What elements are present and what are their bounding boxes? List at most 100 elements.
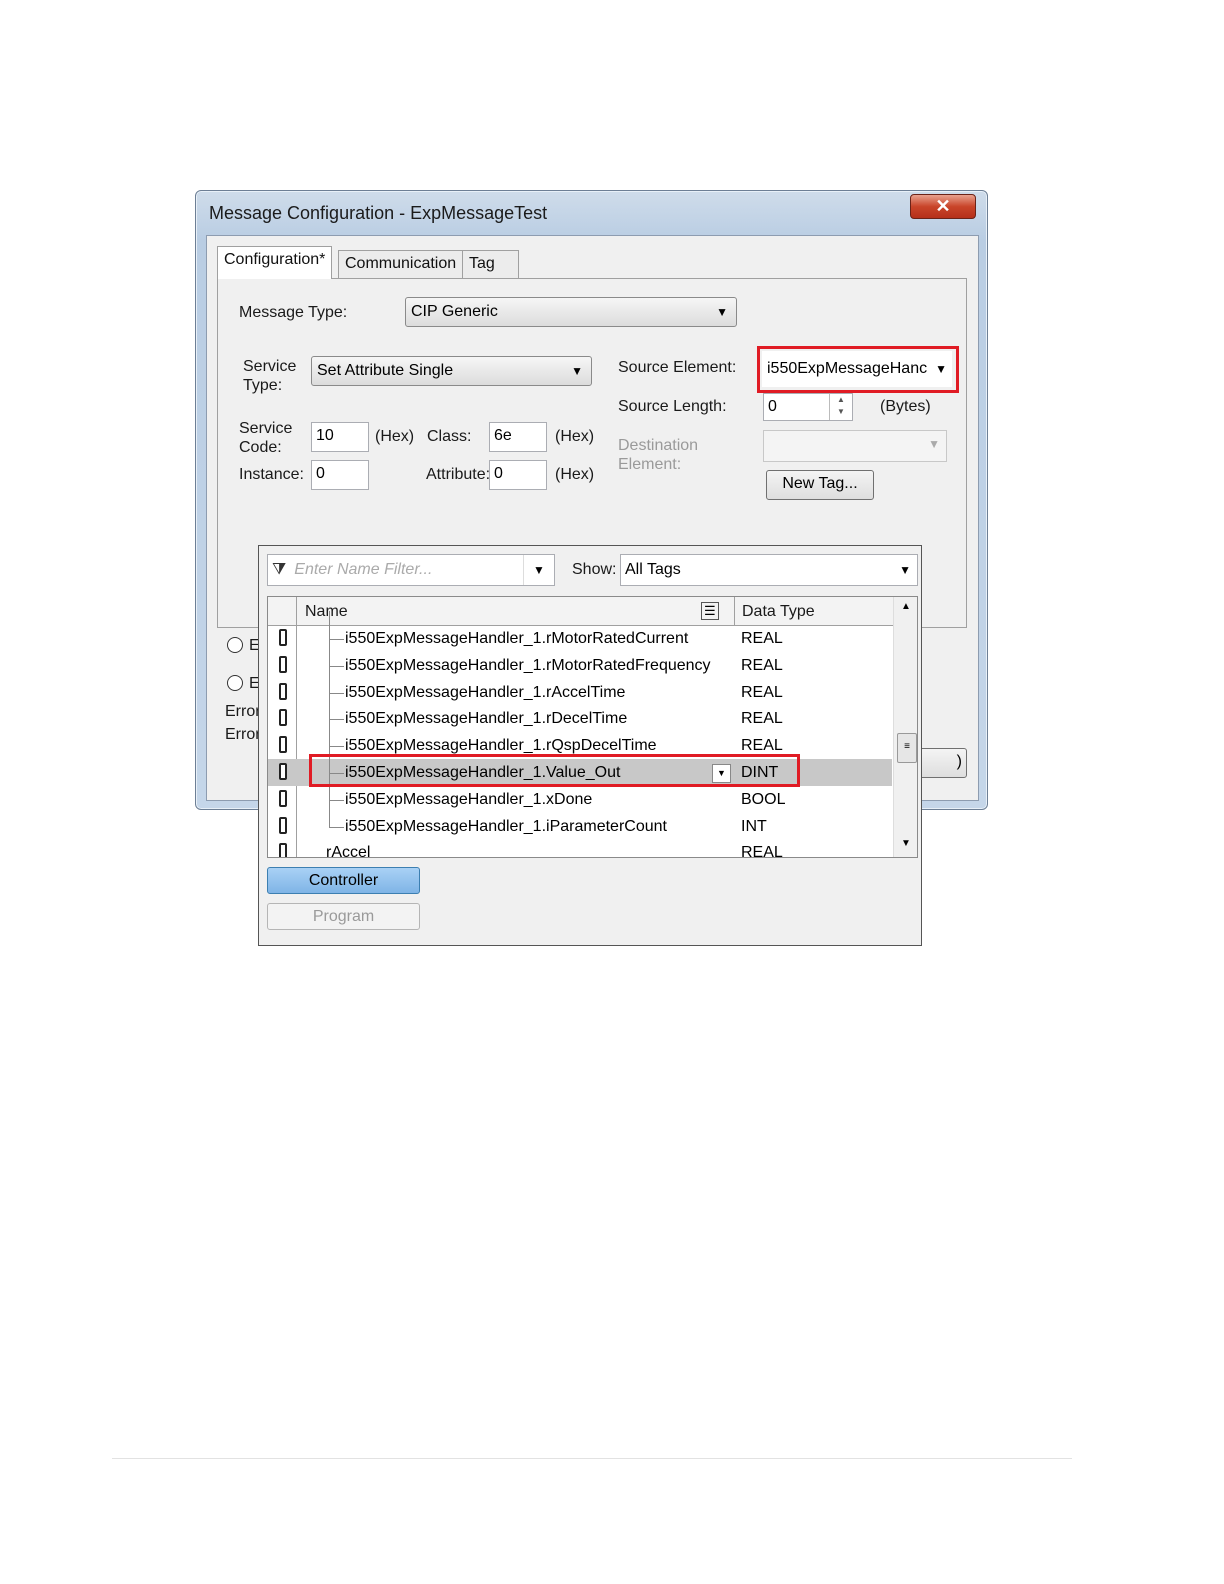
show-label: Show: [572,561,617,578]
tag-data-type: INT [741,817,767,835]
message-type-select[interactable]: CIP Generic ▼ [405,297,737,327]
service-type-select[interactable]: Set Attribute Single ▼ [311,356,592,386]
tag-data-type: REAL [741,656,783,674]
tab-communication[interactable]: Communication [338,250,464,278]
tag-data-type: REAL [741,844,783,858]
tag-icon [279,736,287,754]
destination-element-select[interactable]: ▼ [763,430,947,462]
spinner-icon[interactable]: ▲ ▼ [829,394,852,420]
source-element-combo[interactable]: i550ExpMessageHanc ▼ [762,351,952,387]
error-label: Error [225,703,261,720]
show-select[interactable]: All Tags ▼ [620,554,918,586]
error-label: Error [225,726,261,743]
tag-name: i550ExpMessageHandler_1.xDone [345,790,593,808]
tag-icon [279,816,287,834]
source-length-label: Source Length: [618,398,727,415]
hex-label: (Hex) [555,466,595,483]
tag-name: i550ExpMessageHandler_1.rMotorRatedCurre… [345,630,689,647]
new-tag-button[interactable]: New Tag... [766,470,874,500]
service-code-input[interactable]: 10 [311,422,369,452]
tag-row[interactable]: i550ExpMessageHandler_1.rMotorRatedFrequ… [268,637,892,679]
chevron-down-icon: ▼ [716,305,728,319]
tag-data-type: BOOL [741,790,786,808]
tag-row[interactable]: i550ExpMessageHandler_1.rDecelTime REAL [268,691,892,732]
bytes-label: (Bytes) [880,398,931,415]
controller-scope-button[interactable]: Controller [267,867,420,894]
hex-label: (Hex) [555,428,595,445]
tree-connector [329,611,344,640]
instance-input[interactable]: 0 [311,460,369,490]
tag-row[interactable]: i550ExpMessageHandler_1.rMotorRatedCurre… [268,611,892,652]
service-code-label-1: Service [239,420,293,437]
chevron-down-icon: ▼ [571,364,583,378]
chevron-down-icon: ▼ [899,563,911,577]
tag-name: rAccel [326,844,371,858]
show-value: All Tags [625,561,681,578]
tree-connector [329,691,344,721]
tag-data-type: REAL [741,710,783,728]
service-type-label-2: Type: [243,377,283,394]
radio-button[interactable] [227,637,243,653]
destination-label-2: Element: [618,456,682,473]
tree-connector [329,798,344,828]
vertical-scrollbar[interactable]: ▲ ≡ ▼ [893,597,917,857]
source-length-value: 0 [768,398,777,415]
tree-connector [329,664,344,694]
selected-tag-highlight [309,754,800,787]
scroll-down-icon[interactable]: ▼ [901,838,911,849]
source-element-value: i550ExpMessageHanc [767,360,928,377]
service-code-label-2: Code: [239,439,282,456]
program-scope-button[interactable]: Program [267,903,420,930]
tag-row[interactable]: i550ExpMessageHandler_1.xDone BOOL [268,771,892,813]
destination-label-1: Destination [618,437,699,454]
grid-header: Name ☰ Data Type [268,597,917,626]
tab-configuration[interactable]: Configuration* [217,246,333,279]
chevron-down-icon: ▼ [928,437,940,451]
tag-icon [279,709,287,727]
tag-name: i550ExpMessageHandler_1.iParameterCount [345,817,667,835]
tree-connector [329,718,344,748]
close-button[interactable]: ✕ [910,194,976,219]
footer-divider [112,1458,1072,1459]
tag-icon [279,843,287,857]
service-type-value: Set Attribute Single [317,362,454,379]
scroll-up-icon[interactable]: ▲ [901,601,911,612]
header-divider [734,597,735,625]
tag-grid: Name ☰ Data Type i550ExpMessageHandler_1… [267,596,918,858]
tag-row[interactable]: i550ExpMessageHandler_1.iParameterCount I… [268,798,892,840]
tag-data-type: REAL [741,630,783,647]
tag-name: i550ExpMessageHandler_1.rMotorRatedFrequ… [345,656,711,674]
tag-icon [279,789,287,807]
source-length-input[interactable]: 0 ▲ ▼ [763,393,853,421]
tag-row[interactable]: i550ExpMessageHandler_1.rAccelTime REAL [268,664,892,706]
name-filter-input[interactable]: ⧩ Enter Name Filter... ▼ [267,554,555,586]
column-chooser-icon[interactable]: ☰ [701,602,719,620]
chevron-down-icon[interactable]: ▼ [523,555,554,585]
close-icon: ✕ [935,196,951,216]
hex-label: (Hex) [375,428,415,445]
tag-row[interactable]: rAccel REAL [268,839,892,858]
column-header-data-type[interactable]: Data Type [742,602,815,621]
tag-icon [279,682,287,700]
service-type-label-1: Service [243,358,297,375]
tag-data-type: REAL [741,683,783,701]
tag-rows: i550ExpMessageHandler_1.rMotorRatedCurre… [268,611,892,858]
tag-browser-popup: ⧩ Enter Name Filter... ▼ Show: All Tags ▼… [258,545,922,946]
filter-icon: ⧩ [272,561,287,578]
attribute-input[interactable]: 0 [489,460,547,490]
tag-name: i550ExpMessageHandler_1.rAccelTime [345,683,626,701]
attribute-label: Attribute: [426,466,491,483]
tab-tag[interactable]: Tag [462,250,519,278]
tag-icon [279,655,287,673]
source-element-label: Source Element: [618,359,737,376]
tag-icon [279,763,287,780]
filter-placeholder: Enter Name Filter... [294,561,433,578]
header-divider [296,597,297,625]
scrollbar-thumb[interactable]: ≡ [897,733,917,763]
tag-icon [279,629,287,646]
radio-button[interactable] [227,675,243,691]
chevron-down-icon: ▼ [935,362,947,376]
window-title: Message Configuration - ExpMessageTest [209,203,548,223]
message-type-value: CIP Generic [411,303,498,320]
class-input[interactable]: 6e [489,422,547,452]
